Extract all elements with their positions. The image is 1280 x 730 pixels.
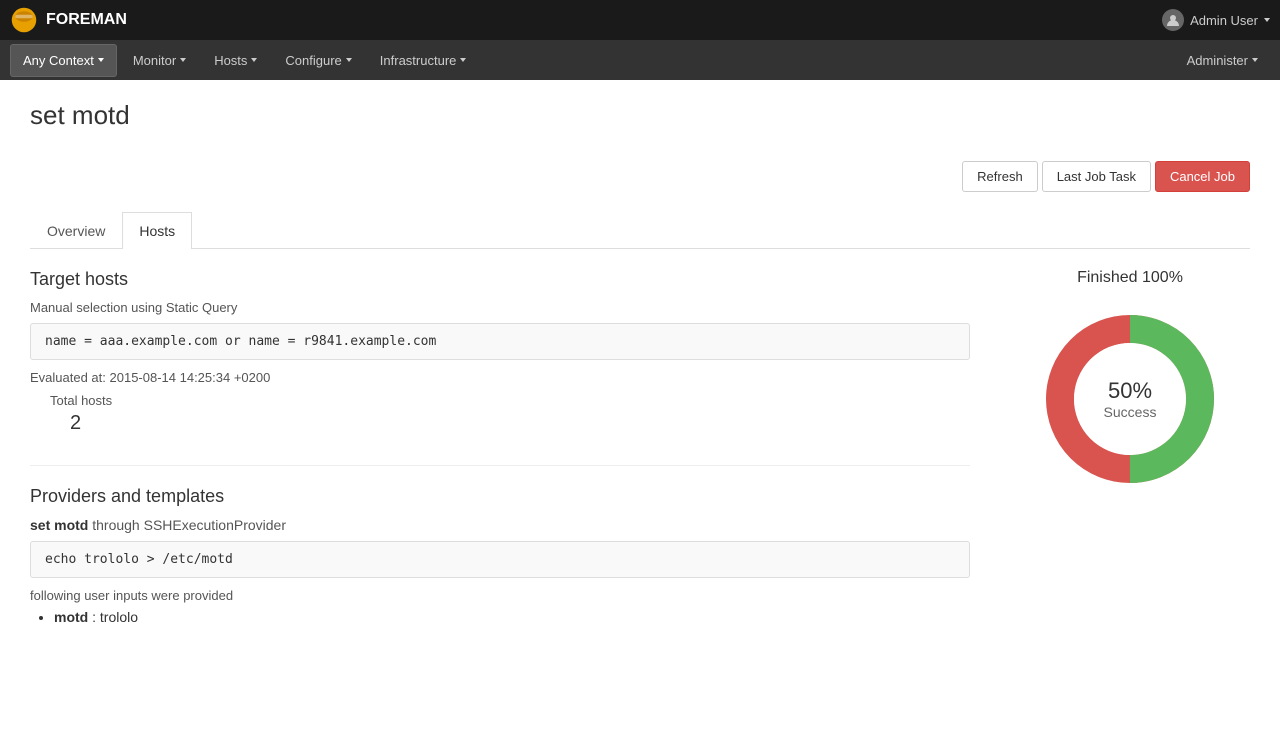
donut-percent: 50% [1104, 378, 1157, 404]
total-hosts-count: 2 [70, 412, 970, 435]
configure-button[interactable]: Configure [273, 45, 363, 76]
top-navbar: FOREMAN Admin User [0, 0, 1280, 40]
provider-template-code: echo trololo > /etc/motd [30, 541, 970, 578]
target-hosts-title: Target hosts [30, 269, 970, 290]
top-right-section: Admin User [1162, 9, 1270, 31]
context-label: Any Context [23, 53, 94, 68]
main-left-panel: Target hosts Manual selection using Stat… [30, 269, 970, 625]
main-right-panel: Finished 100% 50% Success [1010, 269, 1250, 625]
brand-link[interactable]: FOREMAN [10, 6, 127, 34]
donut-sublabel: Success [1104, 404, 1157, 420]
monitor-caret-icon [180, 58, 186, 62]
monitor-button[interactable]: Monitor [121, 45, 198, 76]
target-hosts-query: name = aaa.example.com or name = r9841.e… [30, 323, 970, 360]
hosts-nav-label: Hosts [214, 53, 247, 68]
brand-logo-icon [10, 6, 38, 34]
target-hosts-subtitle: Manual selection using Static Query [30, 300, 970, 315]
hosts-caret-icon [251, 58, 257, 62]
configure-caret-icon [346, 58, 352, 62]
page-title: set motd [30, 100, 1250, 141]
input-separator: : [92, 609, 100, 625]
tab-overview-label: Overview [47, 223, 105, 239]
tab-hosts[interactable]: Hosts [122, 212, 192, 249]
monitor-label: Monitor [133, 53, 176, 68]
total-hosts-label: Total hosts [50, 393, 970, 408]
refresh-button[interactable]: Refresh [962, 161, 1038, 192]
infrastructure-caret-icon [460, 58, 466, 62]
main-nav-left: Any Context Monitor Hosts Configure Infr… [10, 44, 478, 77]
administer-button[interactable]: Administer [1175, 45, 1270, 76]
configure-label: Configure [285, 53, 341, 68]
provider-name: SSHExecutionProvider [144, 517, 286, 533]
tab-overview[interactable]: Overview [30, 212, 122, 249]
tab-hosts-label: Hosts [139, 223, 175, 239]
infrastructure-button[interactable]: Infrastructure [368, 45, 479, 76]
donut-chart: 50% Success [1030, 299, 1230, 499]
list-item: motd : trololo [54, 609, 970, 625]
input-value: trololo [100, 609, 138, 625]
page-content: set motd Refresh Last Job Task Cancel Jo… [0, 80, 1280, 730]
context-caret-icon [98, 58, 104, 62]
tabs-container: Overview Hosts [30, 212, 1250, 249]
main-navbar: Any Context Monitor Hosts Configure Infr… [0, 40, 1280, 80]
context-button[interactable]: Any Context [10, 44, 117, 77]
admin-avatar [1162, 9, 1184, 31]
cancel-job-button[interactable]: Cancel Job [1155, 161, 1250, 192]
provider-through: through [92, 517, 143, 533]
user-inputs-list: motd : trololo [54, 609, 970, 625]
main-layout: Target hosts Manual selection using Stat… [30, 269, 1250, 625]
admin-user-button[interactable]: Admin User [1162, 9, 1270, 31]
finished-label: Finished 100% [1077, 269, 1183, 287]
infrastructure-label: Infrastructure [380, 53, 457, 68]
evaluated-at: Evaluated at: 2015-08-14 14:25:34 +0200 [30, 370, 970, 385]
main-nav-right: Administer [1175, 45, 1270, 76]
provider-line: set motd through SSHExecutionProvider [30, 517, 970, 533]
section-divider [30, 465, 970, 466]
donut-center-text: 50% Success [1104, 378, 1157, 420]
user-inputs-text: following user inputs were provided [30, 588, 970, 603]
last-job-task-button[interactable]: Last Job Task [1042, 161, 1151, 192]
admin-caret-icon [1264, 18, 1270, 22]
administer-caret-icon [1252, 58, 1258, 62]
hosts-nav-button[interactable]: Hosts [202, 45, 269, 76]
providers-section: Providers and templates set motd through… [30, 486, 970, 625]
admin-user-label: Admin User [1190, 13, 1258, 28]
provider-job-name: set motd [30, 517, 88, 533]
input-key: motd [54, 609, 88, 625]
brand-name: FOREMAN [46, 11, 127, 29]
administer-label: Administer [1187, 53, 1248, 68]
providers-title: Providers and templates [30, 486, 970, 507]
action-buttons: Refresh Last Job Task Cancel Job [30, 161, 1250, 192]
total-hosts-section: Total hosts 2 [50, 393, 970, 435]
